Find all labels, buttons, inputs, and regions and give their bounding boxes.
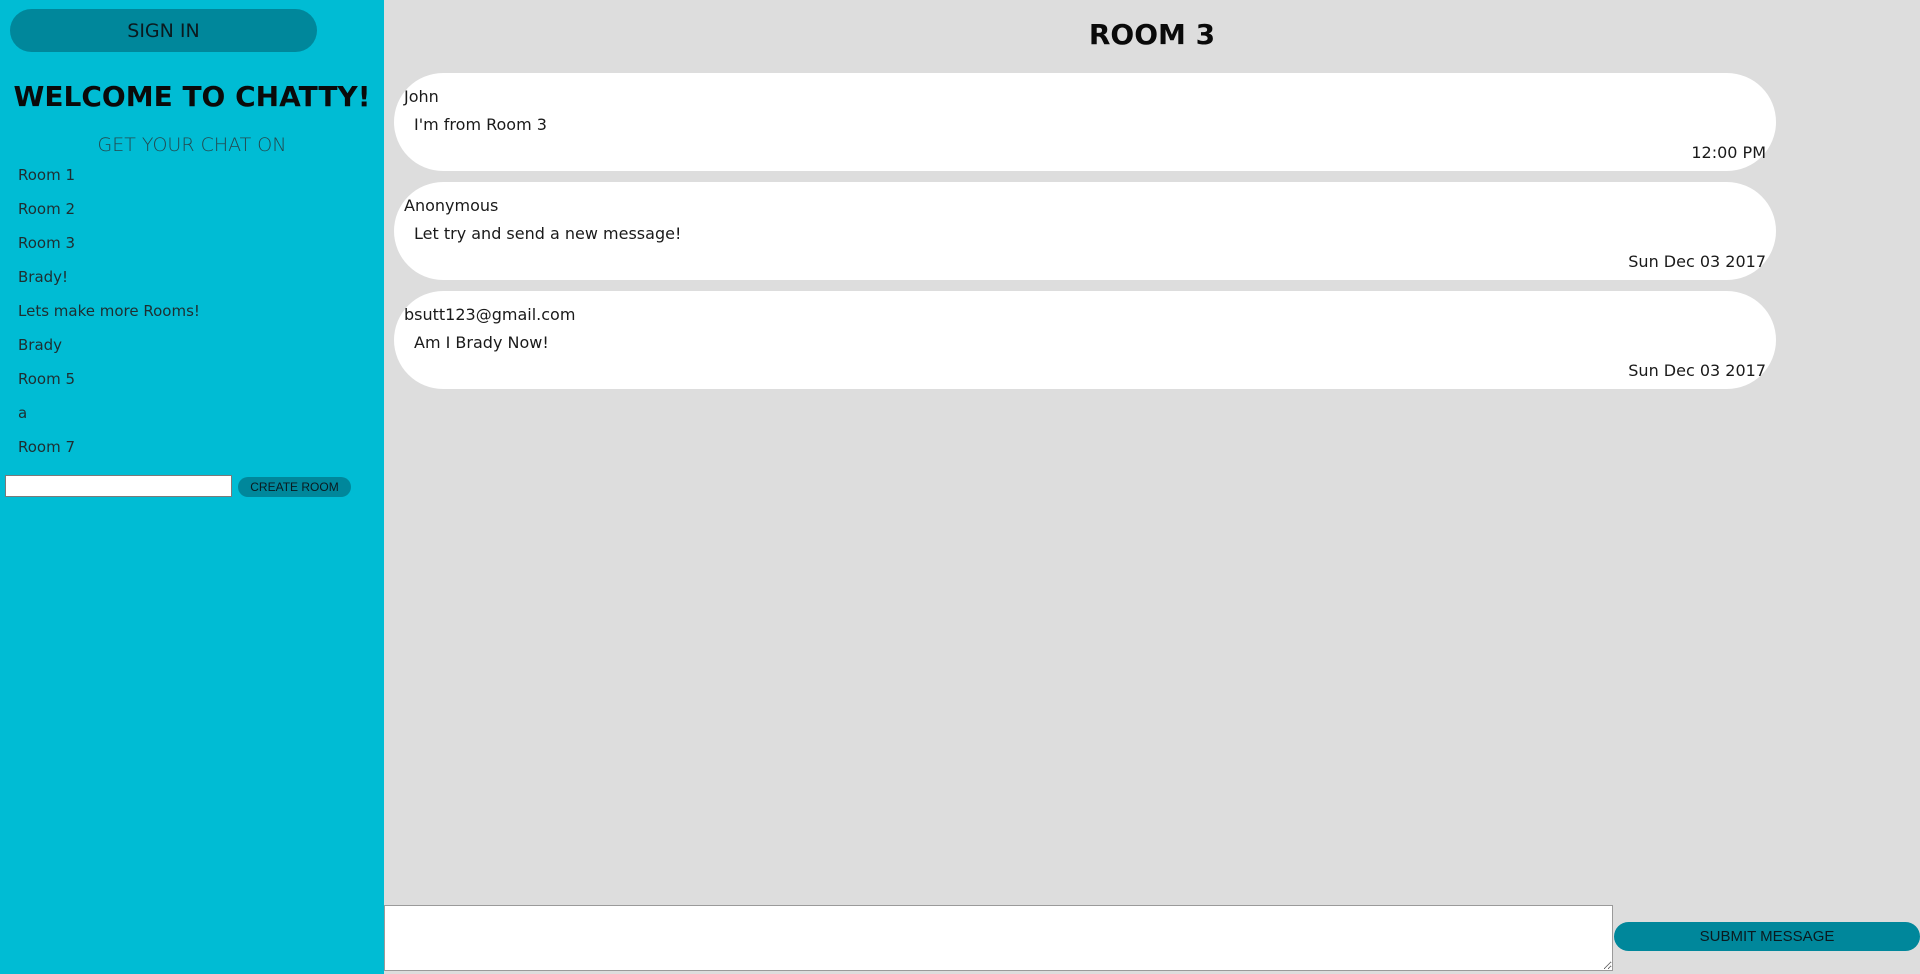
message-item: bsutt123@gmail.com Am I Brady Now! Sun D… [394,291,1776,389]
sidebar: SIGN IN WELCOME TO CHATTY! GET YOUR CHAT… [0,0,384,974]
message-item: John I'm from Room 3 12:00 PM [394,73,1776,171]
room-item-room-2[interactable]: Room 2 [18,199,200,233]
message-timestamp: Sun Dec 03 2017 [1628,252,1766,271]
message-text: Let try and send a new message! [414,224,682,243]
create-room-button[interactable]: CREATE ROOM [238,477,351,497]
room-item-brady[interactable]: Brady [18,335,200,369]
room-item-a[interactable]: a [18,403,200,437]
room-item-room-7[interactable]: Room 7 [18,437,200,471]
message-username: bsutt123@gmail.com [404,305,576,324]
room-item-brady-exclaim[interactable]: Brady! [18,267,200,301]
room-item-lets-make-more-rooms[interactable]: Lets make more Rooms! [18,301,200,335]
sign-in-button[interactable]: SIGN IN [10,9,317,52]
message-username: John [404,87,439,106]
message-timestamp: 12:00 PM [1691,143,1766,162]
submit-message-button[interactable]: SUBMIT MESSAGE [1614,922,1920,951]
new-room-input[interactable] [5,475,232,497]
message-text: Am I Brady Now! [414,333,549,352]
room-item-room-1[interactable]: Room 1 [18,165,200,199]
room-list: Room 1 Room 2 Room 3 Brady! Lets make mo… [18,165,200,471]
room-item-room-5[interactable]: Room 5 [18,369,200,403]
message-composer[interactable] [384,905,1613,971]
welcome-title: WELCOME TO CHATTY! [13,80,371,113]
message-timestamp: Sun Dec 03 2017 [1628,361,1766,380]
message-list: John I'm from Room 3 12:00 PM Anonymous … [394,73,1776,400]
message-username: Anonymous [404,196,499,215]
room-title: ROOM 3 [1088,18,1216,51]
message-text: I'm from Room 3 [414,115,547,134]
tagline: GET YOUR CHAT ON [97,134,287,156]
room-item-room-3[interactable]: Room 3 [18,233,200,267]
message-item: Anonymous Let try and send a new message… [394,182,1776,280]
